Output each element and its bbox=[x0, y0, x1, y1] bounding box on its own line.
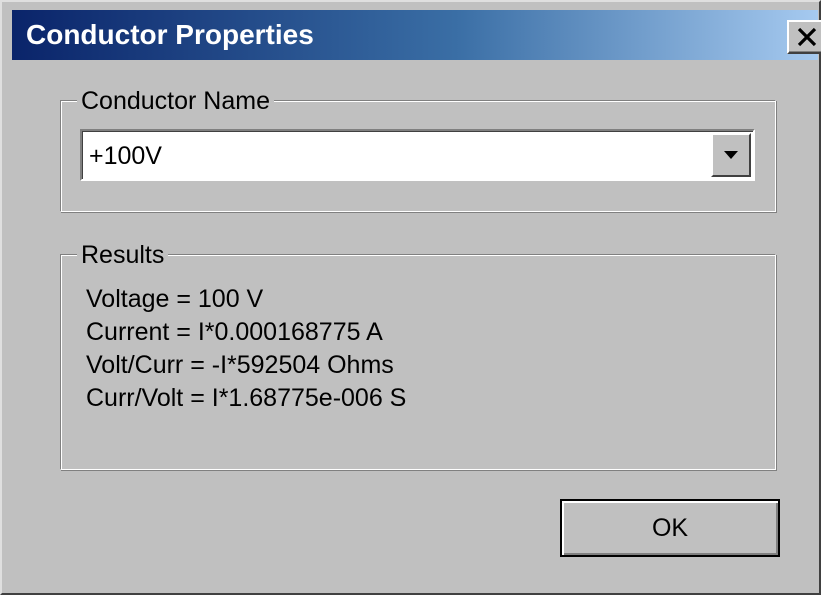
results-list: Voltage = 100 V Current = I*0.000168775 … bbox=[86, 283, 406, 415]
chevron-down-icon bbox=[724, 151, 738, 159]
dialog-title: Conductor Properties bbox=[26, 19, 314, 50]
dropdown-button[interactable] bbox=[711, 133, 751, 177]
close-button[interactable] bbox=[787, 20, 821, 54]
result-volt-per-curr: Volt/Curr = -I*592504 Ohms bbox=[86, 351, 394, 379]
result-current: Current = I*0.000168775 A bbox=[86, 318, 383, 346]
results-legend: Results bbox=[77, 240, 169, 270]
ok-button[interactable]: OK bbox=[560, 499, 780, 557]
ok-button-label: OK bbox=[651, 513, 689, 542]
result-curr-per-volt: Curr/Volt = I*1.68775e-006 S bbox=[86, 384, 407, 412]
result-voltage: Voltage = 100 V bbox=[86, 285, 264, 313]
conductor-name-value: +100V bbox=[89, 142, 162, 170]
title-bar[interactable]: Conductor Properties bbox=[12, 10, 821, 60]
close-icon bbox=[797, 27, 817, 47]
conductor-name-legend: Conductor Name bbox=[77, 86, 274, 116]
conductor-name-combobox[interactable]: +100V bbox=[80, 129, 755, 181]
